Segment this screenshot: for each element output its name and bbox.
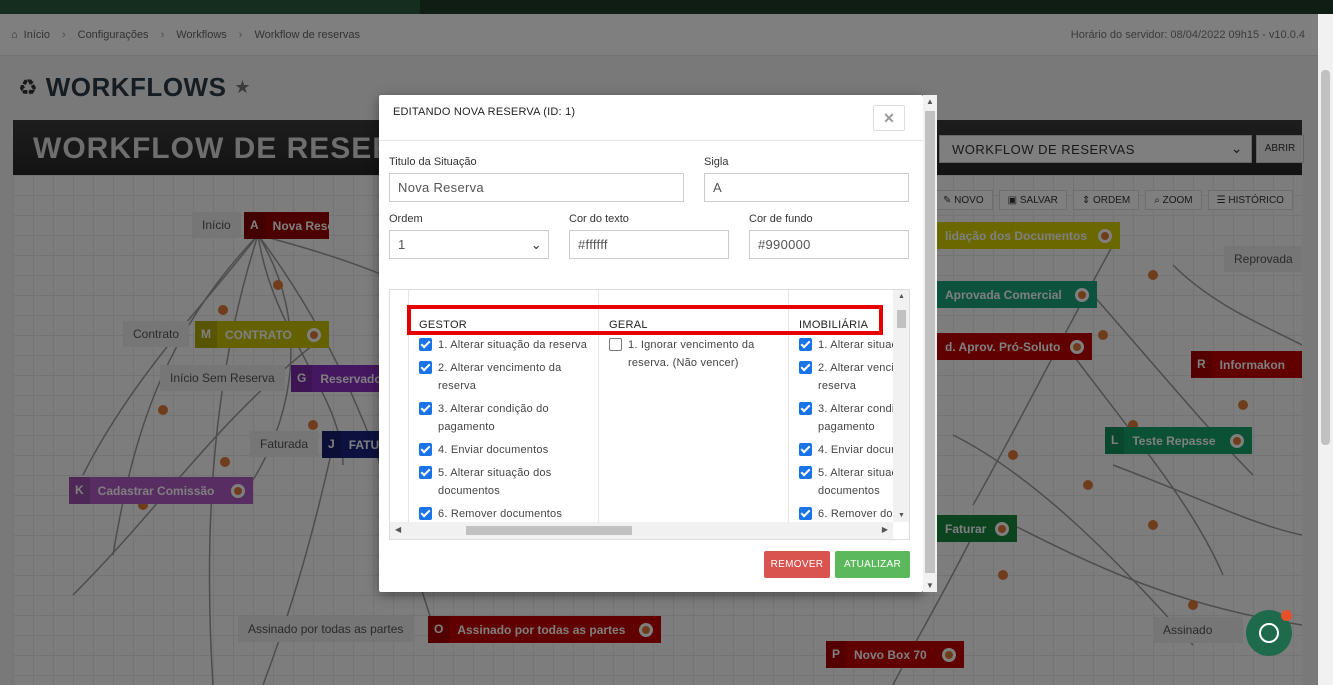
permission-item[interactable]: 2. Alterar vencimento da reserva bbox=[419, 359, 591, 395]
checkbox-checked[interactable] bbox=[799, 507, 812, 520]
permission-list: 1. Alterar situação da reserva 2. Alterar… bbox=[419, 336, 591, 528]
sigla-label: Sigla bbox=[704, 156, 729, 168]
close-icon[interactable]: ✕ bbox=[873, 105, 905, 131]
scroll-right-icon[interactable]: ▶ bbox=[882, 525, 888, 534]
permission-label: 6. Remover documentos bbox=[438, 508, 563, 520]
bg-color-input[interactable]: #990000 bbox=[749, 230, 909, 259]
checkbox-checked[interactable] bbox=[799, 361, 812, 374]
checkbox-checked[interactable] bbox=[419, 443, 432, 456]
permission-label: 2. Alterar vencimento da reserva bbox=[438, 362, 562, 392]
order-select-value: 1 bbox=[398, 237, 406, 252]
checkbox-checked[interactable] bbox=[799, 402, 812, 415]
permission-item[interactable]: 1. Alterar situação da reserva bbox=[799, 336, 893, 354]
title-input[interactable]: Nova Reserva bbox=[389, 173, 684, 202]
permission-label: 4. Enviar documentos bbox=[818, 444, 893, 456]
scrollbar-thumb[interactable] bbox=[466, 526, 632, 535]
scroll-up-icon[interactable]: ▲ bbox=[926, 97, 934, 106]
permission-label: 3. Alterar condição do pagamento bbox=[438, 403, 549, 433]
chat-icon bbox=[1259, 623, 1279, 643]
permission-list: 1. Ignorar vencimento da reserva. (Não v… bbox=[609, 336, 781, 377]
text-color-input[interactable]: #ffffff bbox=[569, 230, 729, 259]
modal-scrollbar-thumb[interactable] bbox=[925, 111, 935, 573]
checkbox-checked[interactable] bbox=[799, 443, 812, 456]
scrollbar-thumb[interactable] bbox=[897, 310, 906, 328]
modal-title: EDITANDO NOVA RESERVA (ID: 1) bbox=[393, 106, 576, 118]
checkbox-checked[interactable] bbox=[419, 361, 432, 374]
permission-label: 5. Alterar situação dos documentos bbox=[818, 467, 893, 497]
annotation-highlight-box bbox=[407, 305, 883, 335]
permission-item[interactable]: 3. Alterar condição do pagamento bbox=[799, 400, 893, 436]
order-select[interactable]: 1 ⌄ bbox=[389, 230, 549, 259]
page-scrollbar-thumb[interactable] bbox=[1321, 70, 1330, 445]
permission-label: 4. Enviar documentos bbox=[438, 444, 549, 456]
permission-label: 6. Remover documentos bbox=[818, 508, 893, 520]
permission-label: 1. Ignorar vencimento da reserva. (Não v… bbox=[628, 339, 755, 369]
permissions-vertical-scrollbar[interactable]: ▲ ▼ bbox=[893, 290, 909, 522]
modal-header: EDITANDO NOVA RESERVA (ID: 1) ✕ bbox=[379, 95, 923, 141]
checkbox-checked[interactable] bbox=[419, 507, 432, 520]
scroll-down-icon[interactable]: ▼ bbox=[926, 581, 934, 590]
permission-item[interactable]: 4. Enviar documentos bbox=[419, 441, 591, 459]
bg-color-label: Cor de fundo bbox=[749, 213, 813, 225]
permission-item[interactable]: 1. Alterar situação da reserva bbox=[419, 336, 591, 354]
checkbox-checked[interactable] bbox=[799, 338, 812, 351]
permission-item[interactable]: 3. Alterar condição do pagamento bbox=[419, 400, 591, 436]
scroll-left-icon[interactable]: ◀ bbox=[395, 525, 401, 534]
order-label: Ordem bbox=[389, 213, 423, 225]
sigla-input[interactable]: A bbox=[704, 173, 909, 202]
permission-item[interactable]: 5. Alterar situação dos documentos bbox=[799, 464, 893, 500]
checkbox-checked[interactable] bbox=[419, 338, 432, 351]
text-color-label: Cor do texto bbox=[569, 213, 629, 225]
permission-label: 3. Alterar condição do pagamento bbox=[818, 403, 893, 433]
checkbox-checked[interactable] bbox=[419, 466, 432, 479]
permission-label: 2. Alterar vencimento da reserva bbox=[818, 362, 893, 392]
chat-button[interactable] bbox=[1246, 610, 1292, 656]
permission-item[interactable]: 5. Alterar situação dos documentos bbox=[419, 464, 591, 500]
permissions-horizontal-scrollbar[interactable]: ◀ ▶ bbox=[390, 522, 893, 539]
modal-scrollbar[interactable]: ▲ ▼ bbox=[923, 95, 937, 592]
chevron-down-icon: ⌄ bbox=[530, 237, 542, 252]
permission-item[interactable]: 6. Remover documentos bbox=[799, 505, 893, 522]
checkbox-checked[interactable] bbox=[419, 402, 432, 415]
edit-status-modal: EDITANDO NOVA RESERVA (ID: 1) ✕ Titulo d… bbox=[379, 95, 923, 592]
scroll-up-icon[interactable]: ▲ bbox=[898, 293, 905, 300]
permission-item[interactable]: 4. Enviar documentos bbox=[799, 441, 893, 459]
permission-label: 1. Alterar situação da reserva bbox=[818, 339, 893, 351]
scroll-down-icon[interactable]: ▼ bbox=[898, 512, 905, 519]
permission-item[interactable]: 2. Alterar vencimento da reserva bbox=[799, 359, 893, 395]
checkbox-checked[interactable] bbox=[799, 466, 812, 479]
checkbox-unchecked[interactable] bbox=[609, 338, 622, 351]
update-button[interactable]: ATUALIZAR bbox=[835, 551, 910, 578]
notification-badge bbox=[1281, 610, 1292, 621]
page-scrollbar[interactable] bbox=[1318, 14, 1333, 685]
permission-item[interactable]: 1. Ignorar vencimento da reserva. (Não v… bbox=[609, 336, 781, 372]
permission-label: 1. Alterar situação da reserva bbox=[438, 339, 588, 351]
permission-label: 5. Alterar situação dos documentos bbox=[438, 467, 552, 497]
title-label: Titulo da Situação bbox=[389, 156, 477, 168]
remove-button[interactable]: REMOVER bbox=[764, 551, 830, 578]
permission-list: 1. Alterar situação da reserva 2. Alterar… bbox=[799, 336, 893, 522]
permission-item[interactable]: 6. Remover documentos bbox=[419, 505, 591, 523]
